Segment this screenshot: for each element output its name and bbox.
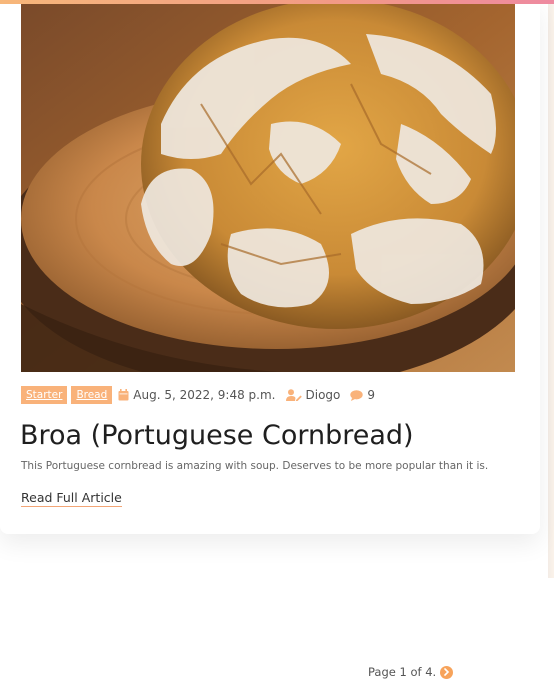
comment-icon xyxy=(350,389,364,401)
post-image-link[interactable] xyxy=(21,4,515,372)
post-title[interactable]: Broa (Portuguese Cornbread) xyxy=(20,418,414,454)
next-card-edge xyxy=(548,0,554,578)
post-excerpt: This Portuguese cornbread is amazing wit… xyxy=(21,460,489,472)
post-date: Aug. 5, 2022, 9:48 p.m. xyxy=(133,388,276,402)
post-card: Starter Bread Aug. 5, 2022, 9:48 p.m. Di… xyxy=(0,0,540,534)
read-full-article-link[interactable]: Read Full Article xyxy=(21,490,122,507)
tag-bread[interactable]: Bread xyxy=(71,386,113,404)
post-meta: Starter Bread Aug. 5, 2022, 9:48 p.m. Di… xyxy=(21,386,375,404)
pagination-text: Page 1 of 4. xyxy=(368,665,437,679)
next-page-button[interactable] xyxy=(440,665,454,679)
pagination: Page 1 of 4. xyxy=(368,664,454,680)
chevron-right-icon xyxy=(444,668,450,676)
post-author[interactable]: Diogo xyxy=(306,388,341,402)
comment-count[interactable]: 9 xyxy=(367,388,375,402)
user-edit-icon xyxy=(285,389,302,401)
top-accent-bar xyxy=(0,0,554,4)
tag-starter[interactable]: Starter xyxy=(21,386,68,404)
post-image xyxy=(21,4,515,372)
calendar-icon xyxy=(118,389,129,401)
